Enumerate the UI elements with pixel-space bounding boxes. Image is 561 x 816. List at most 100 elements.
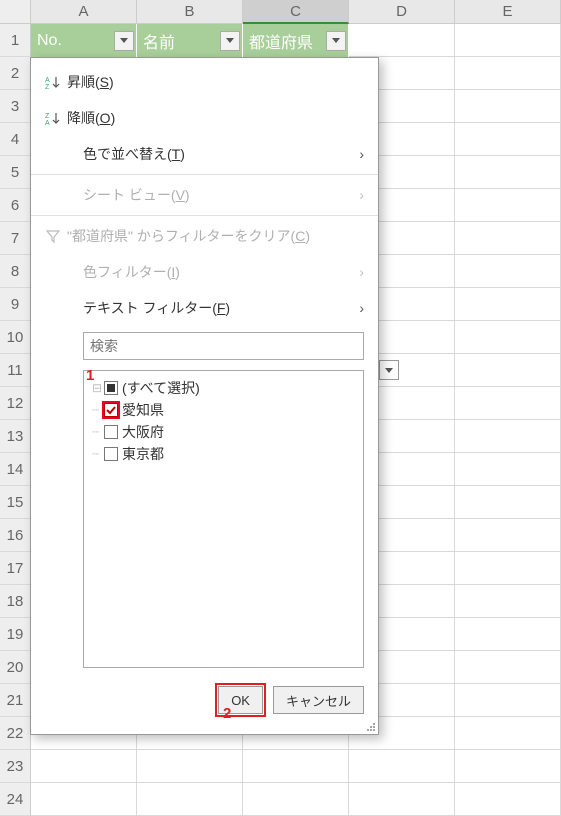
row-header[interactable]: 9 xyxy=(0,288,31,321)
row-header[interactable]: 3 xyxy=(0,90,31,123)
header-name-label: 名前 xyxy=(143,29,175,53)
row-header[interactable]: 6 xyxy=(0,189,31,222)
cell[interactable] xyxy=(31,750,137,783)
cell[interactable] xyxy=(455,354,561,387)
sheet-view-label: シート ビュー(V) xyxy=(83,185,350,205)
row-header[interactable]: 11 xyxy=(0,354,31,387)
cell[interactable] xyxy=(455,24,561,57)
col-header-e[interactable]: E xyxy=(455,0,561,24)
aichi-label: 愛知県 xyxy=(122,400,164,420)
sheet-view: シート ビュー(V) › xyxy=(31,177,378,213)
cell[interactable] xyxy=(137,750,243,783)
cell[interactable] xyxy=(455,717,561,750)
sort-by-color[interactable]: 色で並べ替え(T) › xyxy=(31,136,378,172)
filter-dropdown-no[interactable] xyxy=(114,31,134,51)
tokyo-label: 東京都 xyxy=(122,444,164,464)
text-filter[interactable]: テキスト フィルター(F) › xyxy=(31,290,378,326)
row-header[interactable]: 22 xyxy=(0,717,31,750)
header-name: 名前 xyxy=(137,24,243,57)
row-header[interactable]: 1 xyxy=(0,24,31,57)
row-header[interactable]: 12 xyxy=(0,387,31,420)
row-header[interactable]: 18 xyxy=(0,585,31,618)
filter-dropdown-pref[interactable] xyxy=(326,31,346,51)
check-aichi[interactable]: ┈ 愛知県 xyxy=(92,399,355,421)
cell[interactable] xyxy=(455,519,561,552)
header-no: No. xyxy=(31,24,137,57)
funnel-clear-icon xyxy=(45,228,67,244)
cell[interactable] xyxy=(455,90,561,123)
cell[interactable] xyxy=(455,57,561,90)
color-filter-label: 色フィルター(I) xyxy=(83,262,350,282)
select-all-corner[interactable] xyxy=(0,0,31,24)
checkbox-tristate-icon xyxy=(104,381,118,395)
sort-ascending[interactable]: AZ 昇順(S) xyxy=(31,64,378,100)
row-header[interactable]: 8 xyxy=(0,255,31,288)
cell[interactable] xyxy=(455,420,561,453)
check-tokyo[interactable]: ┈ 東京都 xyxy=(92,443,355,465)
cell[interactable] xyxy=(349,24,455,57)
row-header[interactable]: 23 xyxy=(0,750,31,783)
row-header[interactable]: 21 xyxy=(0,684,31,717)
sort-desc-icon: ZA xyxy=(45,110,67,126)
cell[interactable] xyxy=(455,552,561,585)
osaka-label: 大阪府 xyxy=(122,422,164,442)
col-header-b[interactable]: B xyxy=(137,0,243,24)
chevron-right-icon: › xyxy=(350,300,364,316)
check-select-all[interactable]: ⊟ (すべて選択) xyxy=(92,377,355,399)
cell[interactable] xyxy=(243,750,349,783)
row-header[interactable]: 17 xyxy=(0,552,31,585)
row-header[interactable]: 4 xyxy=(0,123,31,156)
cell[interactable] xyxy=(455,123,561,156)
cell[interactable] xyxy=(455,321,561,354)
row-header[interactable]: 20 xyxy=(0,651,31,684)
row-header[interactable]: 7 xyxy=(0,222,31,255)
cell[interactable] xyxy=(455,486,561,519)
row-header[interactable]: 5 xyxy=(0,156,31,189)
cell[interactable] xyxy=(455,387,561,420)
svg-text:Z: Z xyxy=(45,113,50,120)
resize-handle-icon[interactable] xyxy=(364,720,376,732)
cell[interactable] xyxy=(455,288,561,321)
row-header[interactable]: 10 xyxy=(0,321,31,354)
svg-text:A: A xyxy=(45,77,50,84)
cell[interactable] xyxy=(455,585,561,618)
color-filter: 色フィルター(I) › xyxy=(31,254,378,290)
cell[interactable] xyxy=(349,750,455,783)
clear-filter-label: "都道府県" からフィルターをクリア(C) xyxy=(67,226,364,246)
cell-dropdown-indicator[interactable] xyxy=(379,360,399,380)
check-osaka[interactable]: ┈ 大阪府 xyxy=(92,421,355,443)
header-pref-label: 都道府県 xyxy=(249,29,313,53)
row-header[interactable]: 14 xyxy=(0,453,31,486)
cell[interactable] xyxy=(455,156,561,189)
filter-popup: AZ 昇順(S) ZA 降順(O) 色で並べ替え(T) › シート ビュー(V)… xyxy=(30,57,379,735)
sort-descending[interactable]: ZA 降順(O) xyxy=(31,100,378,136)
filter-dropdown-name[interactable] xyxy=(220,31,240,51)
cell[interactable] xyxy=(455,255,561,288)
filter-checklist: ⊟ (すべて選択) ┈ 愛知県 ┈ 大阪府 ┈ xyxy=(83,370,364,668)
col-header-d[interactable]: D xyxy=(349,0,455,24)
cell[interactable] xyxy=(455,618,561,651)
header-pref: 都道府県 xyxy=(243,24,349,57)
search-input[interactable] xyxy=(83,332,364,360)
ok-button[interactable]: OK xyxy=(218,686,263,714)
table-header-row: No. 名前 都道府県 xyxy=(31,24,349,57)
separator xyxy=(31,215,378,216)
cell[interactable] xyxy=(455,651,561,684)
checkbox-empty-icon xyxy=(104,447,118,461)
col-header-a[interactable]: A xyxy=(31,0,137,24)
cell[interactable] xyxy=(455,222,561,255)
clear-filter: "都道府県" からフィルターをクリア(C) xyxy=(31,218,378,254)
row-header[interactable]: 16 xyxy=(0,519,31,552)
cell[interactable] xyxy=(455,453,561,486)
row-header[interactable]: 13 xyxy=(0,420,31,453)
header-no-label: No. xyxy=(37,32,62,50)
cell[interactable] xyxy=(455,750,561,783)
row-header[interactable]: 19 xyxy=(0,618,31,651)
chevron-right-icon: › xyxy=(350,187,364,203)
col-header-c[interactable]: C xyxy=(243,0,349,24)
row-header[interactable]: 2 xyxy=(0,57,31,90)
row-header[interactable]: 15 xyxy=(0,486,31,519)
cell[interactable] xyxy=(455,189,561,222)
cell[interactable] xyxy=(455,684,561,717)
cancel-button[interactable]: キャンセル xyxy=(273,686,364,714)
